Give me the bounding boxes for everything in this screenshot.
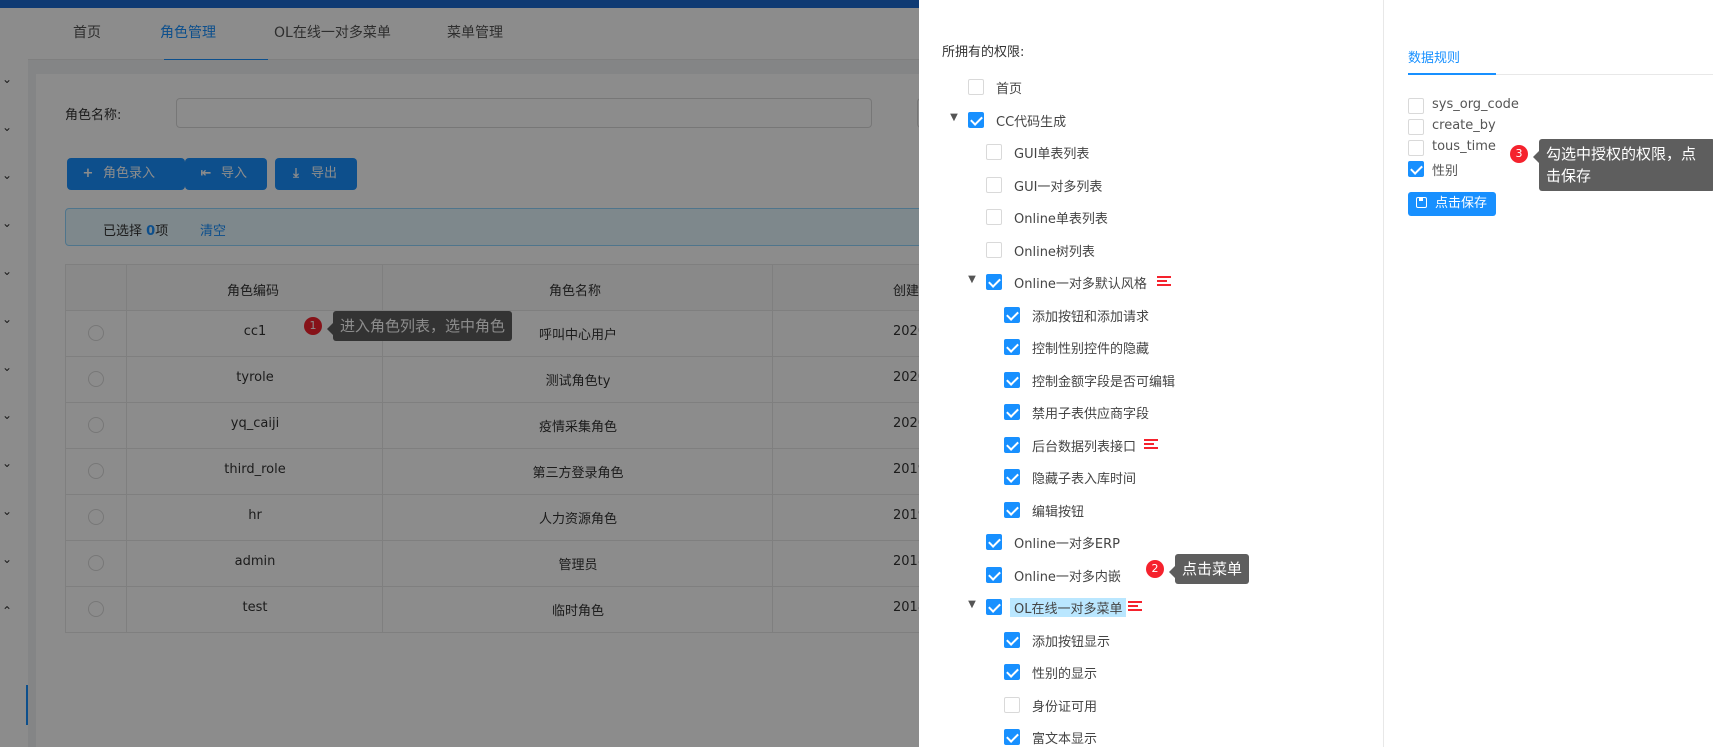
permission-checkbox[interactable] [986, 534, 1002, 550]
permission-checkbox[interactable] [986, 176, 1002, 193]
permission-checkbox[interactable] [986, 241, 1002, 258]
permission-checkbox[interactable] [986, 599, 1002, 615]
permission-label[interactable]: Online一对多ERP [1010, 533, 1124, 552]
permission-node[interactable]: ▼ Online一对多默认风格 [968, 271, 1366, 293]
data-rule-icon[interactable] [1157, 276, 1172, 288]
permission-node[interactable]: GUI一对多列表 [986, 174, 1366, 196]
permission-checkbox[interactable] [1004, 501, 1020, 518]
permission-label[interactable]: 控制金额字段是否可编辑 [1028, 371, 1179, 390]
permission-checkbox[interactable] [1004, 306, 1020, 323]
permission-node[interactable]: Online树列表 [986, 239, 1366, 261]
permission-label[interactable]: Online一对多默认风格 [1010, 273, 1151, 292]
permission-checkbox[interactable] [1004, 404, 1020, 420]
permission-checkbox[interactable] [1004, 436, 1020, 453]
data-rule-checkbox[interactable] [1408, 119, 1424, 135]
permission-node[interactable]: 添加按钮显示 [1004, 629, 1383, 651]
permission-drawer: 所拥有的权限: 首页 ▼ CC代码生成 GUI单表列表 GUI一对多列表 Online单表… [919, 0, 1383, 747]
caret-down-icon[interactable]: ▼ [966, 274, 978, 286]
permission-label[interactable]: 身份证可用 [1028, 696, 1101, 715]
permission-checkbox[interactable] [1004, 696, 1020, 713]
caret-down-icon[interactable]: ▼ [948, 112, 960, 124]
guide-tooltip-3: 勾选中授权的权限，点击保存 [1533, 139, 1713, 191]
permission-node[interactable]: 首页 [968, 76, 1348, 98]
permission-checkbox[interactable] [968, 111, 984, 128]
guide-badge-3: 3 [1510, 145, 1528, 163]
data-rule-checkbox[interactable] [1408, 140, 1424, 156]
data-rule-item[interactable]: sys_org_code [1408, 95, 1608, 115]
permission-label[interactable]: CC代码生成 [992, 111, 1070, 130]
permission-node[interactable]: Online一对多ERP [986, 531, 1366, 553]
permission-label[interactable]: 性别的显示 [1028, 663, 1101, 682]
guide-tooltip-2: 点击菜单 [1168, 554, 1250, 584]
permission-checkbox[interactable] [1004, 631, 1020, 648]
permission-node[interactable]: 性别的显示 [1004, 661, 1383, 683]
permission-checkbox[interactable] [968, 79, 984, 95]
save-icon [1416, 197, 1427, 208]
permission-node[interactable]: 控制金额字段是否可编辑 [1004, 369, 1383, 391]
permission-label[interactable]: 富文本显示 [1028, 728, 1101, 747]
permission-checkbox[interactable] [1004, 664, 1020, 680]
permission-node[interactable]: Online单表列表 [986, 206, 1366, 228]
data-rule-label: tous_time [1432, 139, 1496, 154]
permission-node[interactable]: GUI单表列表 [986, 141, 1366, 163]
permission-node[interactable]: 身份证可用 [1004, 694, 1383, 716]
permission-checkbox[interactable] [986, 144, 1002, 160]
data-rule-label: 性别 [1432, 164, 1459, 179]
permission-checkbox[interactable] [986, 566, 1002, 583]
permission-node[interactable]: 富文本显示 [1004, 726, 1383, 747]
permission-label[interactable]: 添加按钮显示 [1028, 631, 1114, 650]
permission-label[interactable]: GUI单表列表 [1010, 143, 1093, 162]
permission-node[interactable]: ▼ OL在线一对多菜单 [968, 596, 1366, 618]
permission-label[interactable]: 隐藏子表入库时间 [1028, 468, 1140, 487]
save-button[interactable]: 点击保存 [1408, 192, 1497, 216]
data-rule-icon[interactable] [1127, 601, 1142, 613]
permission-label[interactable]: 首页 [992, 78, 1026, 97]
permission-label[interactable]: Online一对多内嵌 [1010, 566, 1125, 585]
permission-checkbox[interactable] [986, 274, 1002, 290]
permission-checkbox[interactable] [986, 209, 1002, 225]
permission-checkbox[interactable] [1004, 729, 1020, 745]
permission-node[interactable]: 控制性别控件的隐藏 [1004, 336, 1383, 358]
permission-label[interactable]: GUI一对多列表 [1010, 176, 1106, 195]
data-rule-icon[interactable] [1144, 438, 1158, 451]
guide-badge-2: 2 [1146, 560, 1164, 578]
tab-data-rules[interactable]: 数据规则 [1408, 47, 1460, 66]
permission-node[interactable]: 添加按钮和添加请求 [1004, 304, 1383, 326]
permission-label[interactable]: 编辑按钮 [1028, 501, 1088, 520]
permission-checkbox[interactable] [1004, 371, 1020, 388]
data-rule-label: create_by [1432, 118, 1496, 133]
permission-node[interactable]: 编辑按钮 [1004, 499, 1383, 521]
permission-label[interactable]: OL在线一对多菜单 [1010, 598, 1127, 617]
permission-label[interactable]: Online单表列表 [1010, 208, 1112, 227]
permission-node[interactable]: 禁用子表供应商字段 [1004, 401, 1383, 423]
permission-label[interactable]: 控制性别控件的隐藏 [1028, 338, 1153, 357]
data-rule-label: sys_org_code [1432, 97, 1519, 112]
permission-checkbox[interactable] [1004, 339, 1020, 355]
permission-node[interactable]: 后台数据列表接口 [1004, 434, 1383, 456]
permission-checkbox[interactable] [1004, 469, 1020, 485]
caret-down-icon[interactable]: ▼ [966, 599, 978, 611]
permission-node[interactable]: 隐藏子表入库时间 [1004, 466, 1383, 488]
data-rule-item[interactable]: create_by [1408, 116, 1608, 136]
data-rule-checkbox[interactable] [1408, 98, 1424, 114]
permission-title: 所拥有的权限: [942, 45, 1025, 60]
permission-label[interactable]: 添加按钮和添加请求 [1028, 306, 1153, 325]
permission-label[interactable]: 禁用子表供应商字段 [1028, 403, 1153, 422]
permission-label[interactable]: 后台数据列表接口 [1028, 436, 1140, 455]
data-rule-checkbox[interactable] [1408, 161, 1424, 177]
active-tab-underline [1408, 73, 1496, 75]
permission-node[interactable]: ▼ CC代码生成 [950, 109, 1348, 131]
permission-label[interactable]: Online树列表 [1010, 241, 1099, 260]
data-rule-drawer: 数据规则 sys_org_code create_by tous_time 性别 点击… [1383, 0, 1713, 747]
